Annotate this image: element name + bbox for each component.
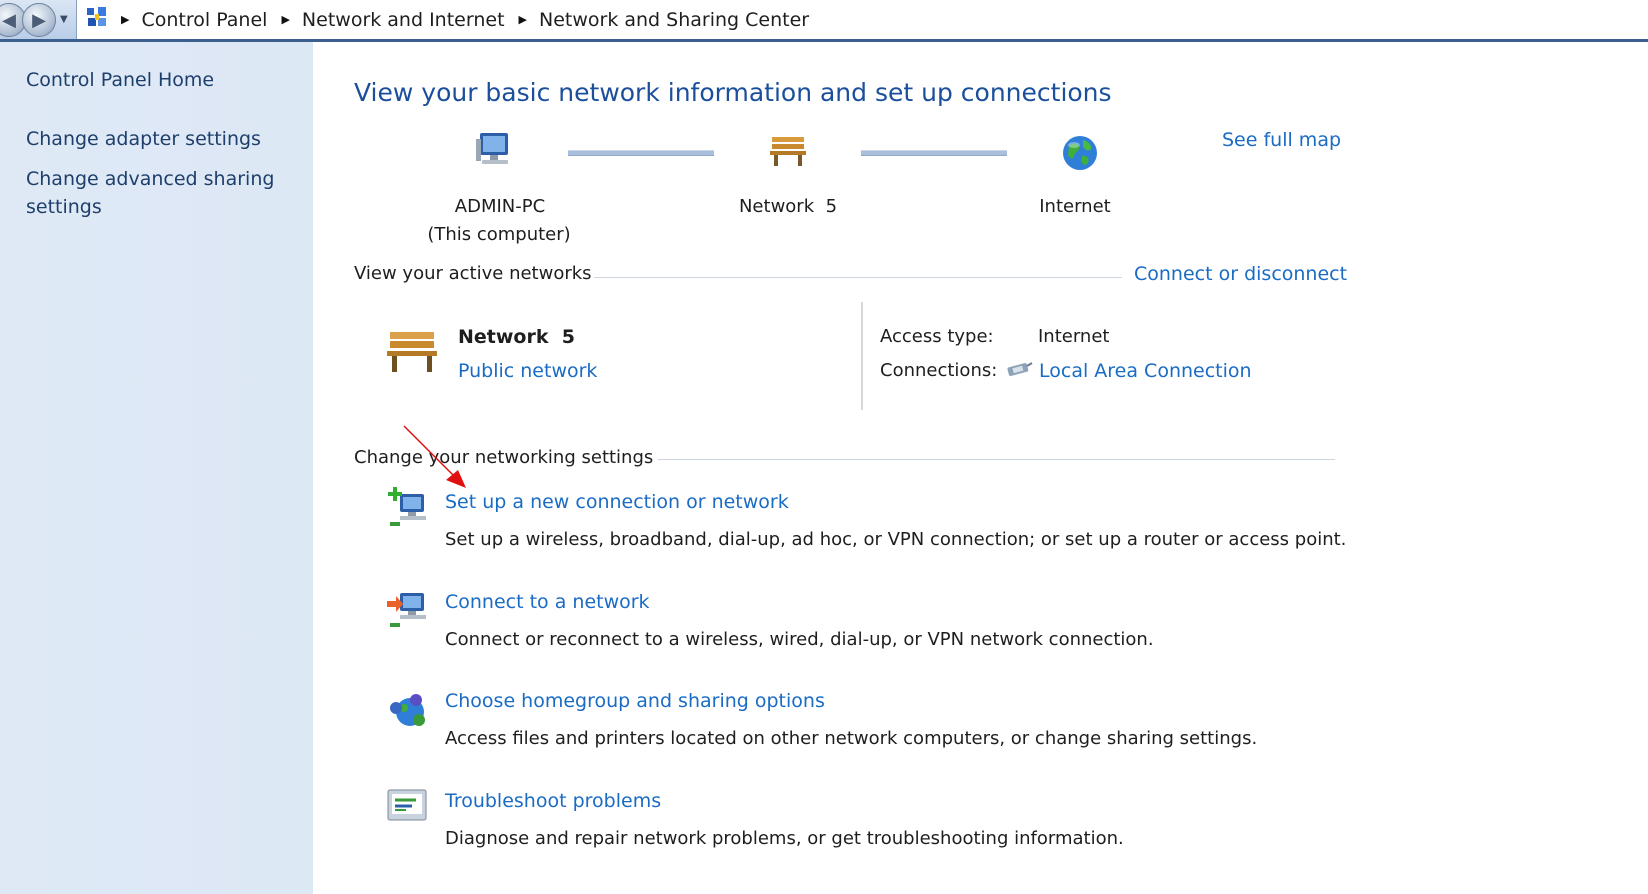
network-map-name: Network 5: [738, 196, 838, 217]
breadcrumb-control-panel[interactable]: Control Panel: [141, 9, 267, 31]
see-full-map-link[interactable]: See full map: [1222, 129, 1341, 151]
bench-icon[interactable]: [768, 133, 808, 171]
homegroup-sharing-desc: Access files and printers located on oth…: [445, 728, 1258, 749]
setup-new-connection-desc: Set up a wireless, broadband, dial-up, a…: [445, 529, 1347, 550]
breadcrumb-separator-icon[interactable]: ▶: [519, 13, 527, 26]
divider: [594, 277, 1122, 278]
change-advanced-sharing-settings-link[interactable]: Change advanced sharing settings: [26, 165, 274, 221]
change-advanced-sharing-line1: Change advanced sharing: [26, 168, 275, 190]
homegroup-icon: [386, 690, 430, 734]
forward-icon: ▶: [32, 9, 46, 31]
vertical-divider: [861, 302, 863, 410]
homegroup-sharing-link[interactable]: Choose homegroup and sharing options: [445, 690, 825, 712]
recent-pages-dropdown-icon[interactable]: ▼: [60, 14, 68, 25]
network-adapter-icon: [1005, 360, 1033, 384]
address-bar: ◀ ▶ ▼ ▶ Control Panel ▶ Network and Inte…: [0, 0, 1648, 42]
computer-subtitle: (This computer): [427, 224, 571, 245]
setup-new-connection-link[interactable]: Set up a new connection or network: [445, 491, 789, 513]
control-panel-home-link[interactable]: Control Panel Home: [26, 66, 214, 94]
red-arrow-annotation: [400, 420, 480, 504]
breadcrumb-network-and-sharing-center[interactable]: Network and Sharing Center: [539, 9, 809, 31]
connections-label: Connections:: [880, 360, 998, 381]
local-area-connection-link[interactable]: Local Area Connection: [1039, 360, 1252, 382]
computer-name: ADMIN-PC: [454, 196, 546, 217]
active-network-name: Network 5: [458, 326, 575, 348]
troubleshoot-desc: Diagnose and repair network problems, or…: [445, 828, 1124, 849]
access-type-value: Internet: [1038, 326, 1110, 347]
bench-icon: [384, 328, 440, 378]
change-advanced-sharing-line2: settings: [26, 196, 102, 218]
divider: [658, 459, 1335, 460]
troubleshoot-link[interactable]: Troubleshoot problems: [445, 790, 661, 812]
breadcrumb-network-and-internet[interactable]: Network and Internet: [302, 9, 505, 31]
access-type-label: Access type:: [880, 326, 994, 347]
task-pane: Control Panel Home Change adapter settin…: [0, 42, 313, 894]
breadcrumb-separator-icon[interactable]: ▶: [121, 13, 129, 26]
connect-to-network-link[interactable]: Connect to a network: [445, 591, 650, 613]
connect-to-network-desc: Connect or reconnect to a wireless, wire…: [445, 629, 1154, 650]
troubleshoot-icon: [386, 788, 430, 828]
public-network-link[interactable]: Public network: [458, 360, 597, 382]
connect-or-disconnect-link[interactable]: Connect or disconnect: [1134, 263, 1347, 285]
page-title: View your basic network information and …: [354, 78, 1112, 107]
connect-network-icon: [386, 587, 430, 633]
connection-line: [861, 150, 1007, 156]
back-icon: ◀: [2, 9, 16, 31]
change-adapter-settings-link[interactable]: Change adapter settings: [26, 125, 261, 153]
breadcrumb-separator-icon[interactable]: ▶: [281, 13, 289, 26]
breadcrumb[interactable]: ▶ Control Panel ▶ Network and Internet ▶…: [76, 0, 1648, 39]
control-panel-icon: [85, 5, 109, 34]
forward-button[interactable]: ▶: [22, 3, 56, 37]
active-networks-heading: View your active networks: [354, 263, 592, 284]
change-settings-heading: Change your networking settings: [354, 447, 654, 468]
connection-line: [568, 150, 714, 156]
internet-label: Internet: [1039, 196, 1111, 217]
computer-icon[interactable]: [474, 131, 514, 171]
globe-icon[interactable]: [1061, 134, 1099, 176]
